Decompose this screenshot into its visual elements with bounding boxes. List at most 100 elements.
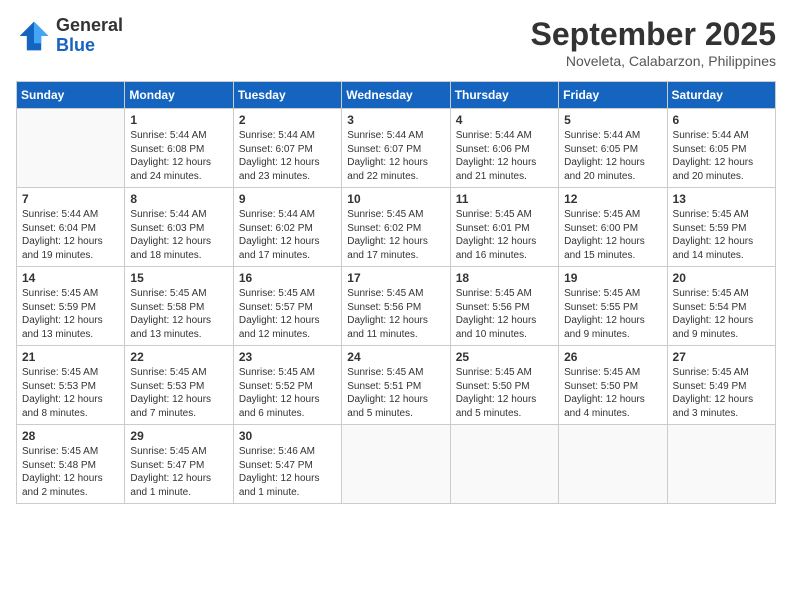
week-row-1: 1Sunrise: 5:44 AM Sunset: 6:08 PM Daylig… xyxy=(17,109,776,188)
day-number: 12 xyxy=(564,192,661,206)
week-row-5: 28Sunrise: 5:45 AM Sunset: 5:48 PM Dayli… xyxy=(17,425,776,504)
logo-text: General Blue xyxy=(56,16,123,56)
week-row-4: 21 Sunrise: 5:45 AM Sunset: 5:53 PM Dayli… xyxy=(17,346,776,425)
week-row-2: 7 Sunrise: 5:44 AM Sunset: 6:04 PM Daylig… xyxy=(17,188,776,267)
weekday-header-monday: Monday xyxy=(125,82,233,109)
calendar-cell: 4 Sunrise: 5:44 AM Sunset: 6:06 PM Daylig… xyxy=(450,109,558,188)
day-info: Sunrise: 5:45 AM Sunset: 5:56 PM Dayligh… xyxy=(456,287,553,341)
location-subtitle: Noveleta, Calabarzon, Philippines xyxy=(531,53,776,69)
day-number: 14 xyxy=(22,271,119,285)
calendar-cell xyxy=(342,425,450,504)
calendar-cell: 24 Sunrise: 5:45 AM Sunset: 5:51 PM Dayli… xyxy=(342,346,450,425)
day-number: 24 xyxy=(347,350,444,364)
day-info: Sunrise: 5:44 AM Sunset: 6:05 PM Dayligh… xyxy=(673,129,770,183)
week-row-3: 14 Sunrise: 5:45 AM Sunset: 5:59 PM Dayli… xyxy=(17,267,776,346)
day-info: Sunrise: 5:44 AM Sunset: 6:03 PM Dayligh… xyxy=(130,208,227,262)
calendar-cell xyxy=(559,425,667,504)
calendar-cell: 26 Sunrise: 5:45 AM Sunset: 5:50 PM Dayli… xyxy=(559,346,667,425)
day-number: 3 xyxy=(347,113,444,127)
day-number: 9 xyxy=(239,192,336,206)
month-title: September 2025 xyxy=(531,16,776,53)
day-number: 7 xyxy=(22,192,119,206)
day-info: Sunrise: 5:45 AM Sunset: 5:47 PM Dayligh… xyxy=(130,445,227,499)
day-number: 8 xyxy=(130,192,227,206)
day-info: Sunrise: 5:45 AM Sunset: 6:02 PM Dayligh… xyxy=(347,208,444,262)
weekday-header-saturday: Saturday xyxy=(667,82,775,109)
weekday-header-sunday: Sunday xyxy=(17,82,125,109)
calendar-cell: 16 Sunrise: 5:45 AM Sunset: 5:57 PM Dayli… xyxy=(233,267,341,346)
day-info: Sunrise: 5:45 AM Sunset: 5:54 PM Dayligh… xyxy=(673,287,770,341)
calendar-cell: 13Sunrise: 5:45 AM Sunset: 5:59 PM Dayli… xyxy=(667,188,775,267)
calendar-cell: 1Sunrise: 5:44 AM Sunset: 6:08 PM Daylig… xyxy=(125,109,233,188)
day-info: Sunrise: 5:45 AM Sunset: 6:01 PM Dayligh… xyxy=(456,208,553,262)
day-number: 27 xyxy=(673,350,770,364)
calendar-cell: 5 Sunrise: 5:44 AM Sunset: 6:05 PM Daylig… xyxy=(559,109,667,188)
day-number: 23 xyxy=(239,350,336,364)
calendar-cell: 14 Sunrise: 5:45 AM Sunset: 5:59 PM Dayli… xyxy=(17,267,125,346)
day-number: 5 xyxy=(564,113,661,127)
calendar-cell: 29 Sunrise: 5:45 AM Sunset: 5:47 PM Dayli… xyxy=(125,425,233,504)
day-number: 20 xyxy=(673,271,770,285)
calendar-cell: 19 Sunrise: 5:45 AM Sunset: 5:55 PM Dayli… xyxy=(559,267,667,346)
calendar-cell: 22Sunrise: 5:45 AM Sunset: 5:53 PM Dayli… xyxy=(125,346,233,425)
day-number: 4 xyxy=(456,113,553,127)
day-info: Sunrise: 5:45 AM Sunset: 5:50 PM Dayligh… xyxy=(456,366,553,420)
calendar-cell: 28Sunrise: 5:45 AM Sunset: 5:48 PM Dayli… xyxy=(17,425,125,504)
day-number: 10 xyxy=(347,192,444,206)
calendar-cell: 3 Sunrise: 5:44 AM Sunset: 6:07 PM Daylig… xyxy=(342,109,450,188)
day-number: 19 xyxy=(564,271,661,285)
day-number: 2 xyxy=(239,113,336,127)
title-block: September 2025 Noveleta, Calabarzon, Phi… xyxy=(531,16,776,69)
calendar-cell: 12 Sunrise: 5:45 AM Sunset: 6:00 PM Dayli… xyxy=(559,188,667,267)
day-number: 15 xyxy=(130,271,227,285)
day-info: Sunrise: 5:45 AM Sunset: 5:59 PM Dayligh… xyxy=(22,287,119,341)
day-info: Sunrise: 5:44 AM Sunset: 6:07 PM Dayligh… xyxy=(347,129,444,183)
day-info: Sunrise: 5:45 AM Sunset: 5:50 PM Dayligh… xyxy=(564,366,661,420)
calendar-cell: 2 Sunrise: 5:44 AM Sunset: 6:07 PM Daylig… xyxy=(233,109,341,188)
calendar-cell: 20 Sunrise: 5:45 AM Sunset: 5:54 PM Dayli… xyxy=(667,267,775,346)
day-info: Sunrise: 5:45 AM Sunset: 5:51 PM Dayligh… xyxy=(347,366,444,420)
day-info: Sunrise: 5:44 AM Sunset: 6:02 PM Dayligh… xyxy=(239,208,336,262)
calendar-cell: 25Sunrise: 5:45 AM Sunset: 5:50 PM Dayli… xyxy=(450,346,558,425)
day-number: 18 xyxy=(456,271,553,285)
logo: General Blue xyxy=(16,16,123,56)
day-number: 21 xyxy=(22,350,119,364)
day-info: Sunrise: 5:45 AM Sunset: 6:00 PM Dayligh… xyxy=(564,208,661,262)
day-info: Sunrise: 5:44 AM Sunset: 6:07 PM Dayligh… xyxy=(239,129,336,183)
calendar-cell: 27 Sunrise: 5:45 AM Sunset: 5:49 PM Dayli… xyxy=(667,346,775,425)
day-number: 26 xyxy=(564,350,661,364)
day-number: 6 xyxy=(673,113,770,127)
day-info: Sunrise: 5:44 AM Sunset: 6:06 PM Dayligh… xyxy=(456,129,553,183)
day-number: 29 xyxy=(130,429,227,443)
day-info: Sunrise: 5:45 AM Sunset: 5:55 PM Dayligh… xyxy=(564,287,661,341)
calendar-cell xyxy=(450,425,558,504)
day-number: 11 xyxy=(456,192,553,206)
day-number: 22 xyxy=(130,350,227,364)
calendar-cell: 10 Sunrise: 5:45 AM Sunset: 6:02 PM Dayli… xyxy=(342,188,450,267)
day-info: Sunrise: 5:45 AM Sunset: 5:49 PM Dayligh… xyxy=(673,366,770,420)
calendar-cell: 21 Sunrise: 5:45 AM Sunset: 5:53 PM Dayli… xyxy=(17,346,125,425)
calendar-cell: 18 Sunrise: 5:45 AM Sunset: 5:56 PM Dayli… xyxy=(450,267,558,346)
day-info: Sunrise: 5:45 AM Sunset: 5:59 PM Dayligh… xyxy=(673,208,770,262)
page-header: General Blue September 2025 Noveleta, Ca… xyxy=(16,16,776,69)
day-info: Sunrise: 5:46 AM Sunset: 5:47 PM Dayligh… xyxy=(239,445,336,499)
calendar-cell xyxy=(17,109,125,188)
calendar-cell: 9 Sunrise: 5:44 AM Sunset: 6:02 PM Daylig… xyxy=(233,188,341,267)
calendar-cell: 17Sunrise: 5:45 AM Sunset: 5:56 PM Dayli… xyxy=(342,267,450,346)
day-number: 16 xyxy=(239,271,336,285)
calendar-cell: 23Sunrise: 5:45 AM Sunset: 5:52 PM Dayli… xyxy=(233,346,341,425)
calendar-cell: 7 Sunrise: 5:44 AM Sunset: 6:04 PM Daylig… xyxy=(17,188,125,267)
calendar-table: SundayMondayTuesdayWednesdayThursdayFrid… xyxy=(16,81,776,504)
day-number: 28 xyxy=(22,429,119,443)
day-info: Sunrise: 5:45 AM Sunset: 5:53 PM Dayligh… xyxy=(22,366,119,420)
weekday-header-wednesday: Wednesday xyxy=(342,82,450,109)
day-number: 17 xyxy=(347,271,444,285)
logo-icon xyxy=(16,18,52,54)
day-info: Sunrise: 5:44 AM Sunset: 6:04 PM Dayligh… xyxy=(22,208,119,262)
calendar-cell: 11 Sunrise: 5:45 AM Sunset: 6:01 PM Dayli… xyxy=(450,188,558,267)
calendar-cell: 8 Sunrise: 5:44 AM Sunset: 6:03 PM Daylig… xyxy=(125,188,233,267)
day-info: Sunrise: 5:45 AM Sunset: 5:57 PM Dayligh… xyxy=(239,287,336,341)
weekday-header-row: SundayMondayTuesdayWednesdayThursdayFrid… xyxy=(17,82,776,109)
day-info: Sunrise: 5:44 AM Sunset: 6:05 PM Dayligh… xyxy=(564,129,661,183)
calendar-cell xyxy=(667,425,775,504)
